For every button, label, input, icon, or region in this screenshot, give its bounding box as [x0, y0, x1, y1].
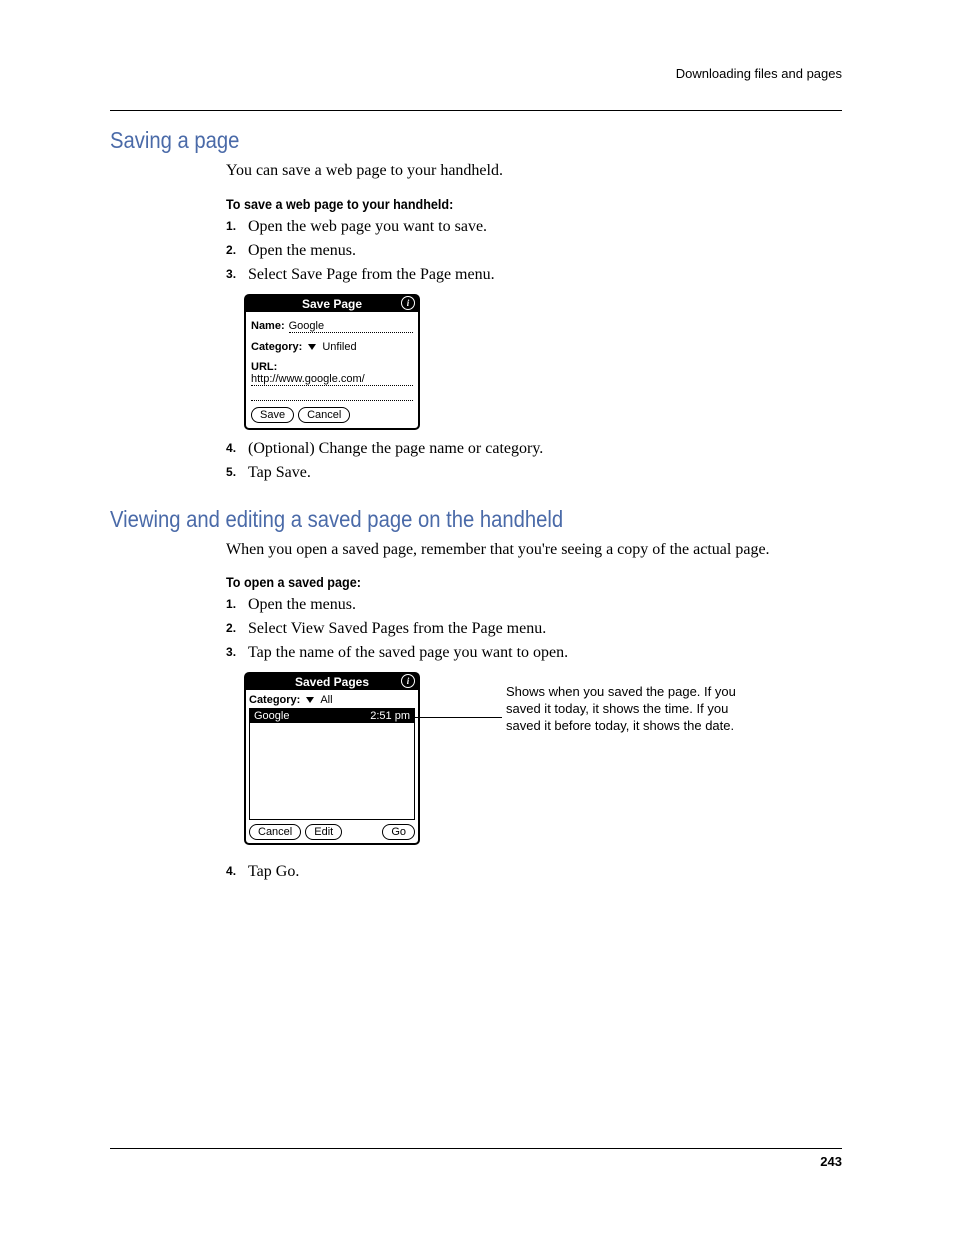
category-value[interactable]: Unfiled [322, 341, 356, 353]
info-icon[interactable]: i [401, 296, 415, 310]
dialog-title-bar: Saved Pages i [246, 674, 418, 690]
saved-pages-list[interactable]: Google 2:51 pm [249, 708, 415, 820]
top-rule [110, 110, 842, 111]
steps-save-b: (Optional) Change the page name or categ… [226, 440, 842, 482]
list-item-name: Google [254, 710, 289, 722]
url-label: URL: [251, 361, 413, 373]
cancel-button[interactable]: Cancel [298, 407, 350, 423]
edit-button[interactable]: Edit [305, 824, 342, 840]
save-page-dialog: Save Page i Name: Google Category: Unfil… [244, 294, 420, 430]
callout-text: Shows when you saved the page. If you sa… [506, 684, 746, 735]
step-item: Tap Save. [226, 464, 842, 482]
step-item: Tap Go. [226, 863, 842, 881]
steps-save-a: Open the web page you want to save. Open… [226, 218, 842, 284]
go-button[interactable]: Go [382, 824, 415, 840]
category-value[interactable]: All [320, 694, 332, 706]
dialog-title: Saved Pages [295, 675, 369, 689]
bottom-rule [110, 1148, 842, 1149]
step-item: Tap the name of the saved page you want … [226, 644, 842, 662]
info-icon[interactable]: i [401, 674, 415, 688]
saved-pages-dialog: Saved Pages i Category: All Google 2: [244, 672, 420, 845]
save-button[interactable]: Save [251, 407, 294, 423]
section-heading-saving: Saving a page [110, 127, 754, 154]
step-item: (Optional) Change the page name or categ… [226, 440, 842, 458]
name-field[interactable]: Google [289, 320, 413, 333]
steps-open-a: Open the menus. Select View Saved Pages … [226, 596, 842, 662]
dialog-title-bar: Save Page i [246, 296, 418, 312]
category-label: Category: [249, 694, 300, 706]
page-number: 243 [820, 1154, 842, 1169]
section-heading-viewing: Viewing and editing a saved page on the … [110, 506, 754, 533]
step-item: Select Save Page from the Page menu. [226, 266, 842, 284]
url-field[interactable]: http://www.google.com/ [251, 373, 413, 386]
callout-connector [412, 717, 502, 718]
intro-paragraph-1: You can save a web page to your handheld… [226, 160, 842, 182]
cancel-button[interactable]: Cancel [249, 824, 301, 840]
subhead-save: To save a web page to your handheld: [226, 196, 780, 212]
steps-open-b: Tap Go. [226, 863, 842, 881]
step-item: Select View Saved Pages from the Page me… [226, 620, 842, 638]
step-item: Open the menus. [226, 242, 842, 260]
step-item: Open the menus. [226, 596, 842, 614]
intro-paragraph-2: When you open a saved page, remember tha… [226, 539, 842, 561]
list-item[interactable]: Google 2:51 pm [250, 709, 414, 723]
category-label: Category: [251, 341, 302, 353]
url-field-line2[interactable] [251, 388, 413, 401]
name-label: Name: [251, 320, 285, 332]
step-item: Open the web page you want to save. [226, 218, 842, 236]
dropdown-icon[interactable] [308, 344, 316, 350]
dialog-title: Save Page [302, 297, 362, 311]
dropdown-icon[interactable] [306, 697, 314, 703]
subhead-open: To open a saved page: [226, 574, 780, 590]
header-breadcrumb: Downloading files and pages [676, 66, 842, 81]
list-item-time: 2:51 pm [370, 710, 410, 722]
